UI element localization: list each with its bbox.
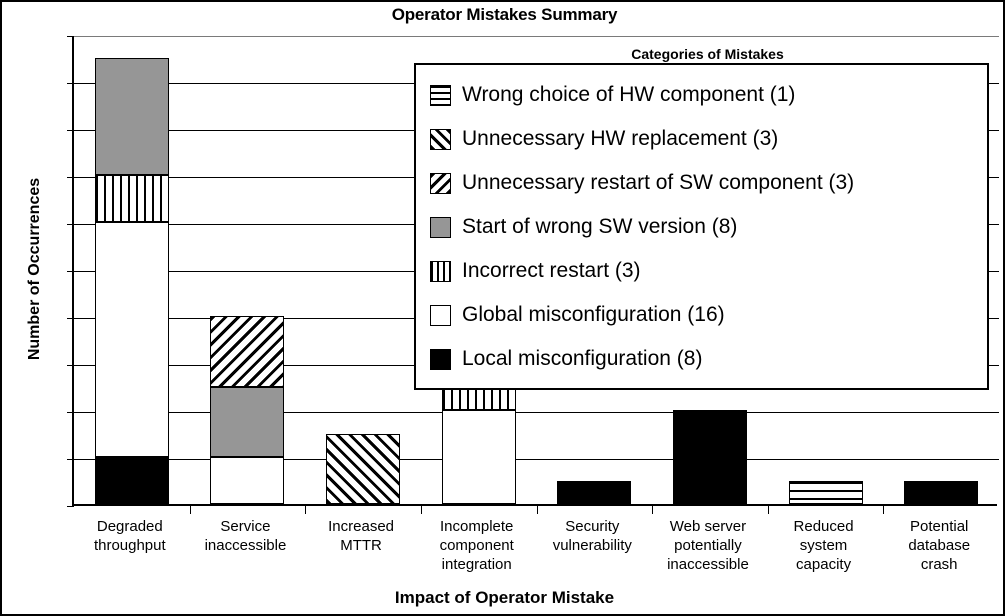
bar-segment[interactable] [94, 175, 169, 222]
legend-swatch-icon [430, 216, 451, 238]
x-axis-label-line: Incomplete [440, 518, 514, 535]
legend-item-label: Global misconfiguration (16) [462, 303, 725, 326]
y-axis-title: Number of Occurrences [26, 177, 43, 361]
x-axis-label-line: Increased [328, 518, 394, 535]
x-axis-label-line: MTTR [340, 537, 382, 554]
x-axis-label-line: Reduced [793, 518, 854, 535]
legend: Wrong choice of HW component (1) Unnecess… [414, 63, 989, 390]
x-tick-mark [883, 506, 885, 514]
legend-item-label: Incorrect restart (3) [462, 259, 641, 282]
bar-3[interactable] [326, 433, 401, 504]
bar-segment[interactable] [210, 386, 285, 457]
x-axis-label-line: Web server [669, 518, 747, 535]
x-tick-mark [189, 506, 191, 514]
x-axis-label-1: Degraded throughput [70, 517, 190, 555]
x-axis-label-line: database [908, 537, 971, 554]
page-title: Operator Mistakes Summary [391, 5, 618, 24]
x-axis-label-8: Potential database crash [879, 517, 999, 574]
legend-item-label: Wrong choice of HW component (1) [462, 83, 796, 106]
bar-segment[interactable] [326, 433, 401, 504]
x-axis-label-line: potentially [674, 537, 742, 554]
x-tick-mark [536, 506, 538, 514]
legend-swatch-icon [430, 128, 451, 150]
x-axis-label-line: Service [220, 518, 271, 535]
bar-segment[interactable] [94, 57, 169, 175]
x-axis-label-7: Reduced system capacity [764, 517, 884, 574]
legend-swatch-icon [430, 304, 451, 326]
legend-swatch-icon [430, 172, 451, 194]
x-axis-label-line: component [439, 537, 514, 554]
x-tick-mark [767, 506, 769, 514]
legend-swatch-icon [430, 260, 451, 282]
bar-segment[interactable] [210, 316, 285, 387]
x-axis-label-line: integration [441, 556, 512, 573]
y-tick-mark [67, 318, 74, 319]
bar-segment[interactable] [557, 480, 632, 504]
x-axis-label-line: Potential [910, 518, 969, 535]
x-tick-mark [305, 506, 307, 514]
gridline [74, 36, 999, 37]
bar-7[interactable] [788, 480, 863, 504]
y-tick-mark [67, 271, 74, 272]
y-tick-mark [67, 365, 74, 366]
legend-item-1[interactable]: Wrong choice of HW component (1) [430, 73, 987, 117]
y-tick-mark [67, 83, 74, 84]
y-tick-mark [67, 459, 74, 460]
legend-swatch-icon [430, 84, 451, 106]
y-tick-mark [67, 36, 74, 37]
x-axis-title: Impact of Operator Mistake [394, 588, 615, 607]
y-tick-mark [67, 412, 74, 413]
x-axis-label-line: crash [920, 556, 958, 573]
bar-segment[interactable] [94, 222, 169, 457]
bar-8[interactable] [904, 480, 979, 504]
y-tick-mark [67, 130, 74, 131]
x-axis-label-line: inaccessible [204, 537, 287, 554]
x-axis-label-3: Increased MTTR [301, 517, 421, 555]
bar-4[interactable] [441, 386, 516, 504]
y-tick-mark [67, 506, 74, 507]
x-axis-label-5: Security vulnerability [532, 517, 652, 555]
legend-item-label: Start of wrong SW version (8) [462, 215, 738, 238]
legend-item-6[interactable]: Global misconfiguration (16) [430, 293, 987, 337]
legend-item-label: Local misconfiguration (8) [462, 347, 703, 370]
x-axis-label-6: Web server potentially inaccessible [648, 517, 768, 574]
y-tick-mark [67, 177, 74, 178]
x-axis-label-line: system [799, 537, 848, 554]
y-tick-mark [67, 224, 74, 225]
bar-segment[interactable] [210, 457, 285, 504]
bar-segment[interactable] [672, 410, 747, 504]
legend-item-label: Unnecessary restart of SW component (3) [462, 171, 855, 194]
x-axis-label-line: capacity [796, 556, 852, 573]
bar-segment[interactable] [904, 480, 979, 504]
legend-item-2[interactable]: Unnecessary HW replacement (3) [430, 117, 987, 161]
legend-item-7[interactable]: Local misconfiguration (8) [430, 337, 987, 381]
bar-segment[interactable] [94, 457, 169, 504]
legend-item-3[interactable]: Unnecessary restart of SW component (3) [430, 161, 987, 205]
x-axis-label-line: vulnerability [552, 537, 632, 554]
bar-5[interactable] [557, 480, 632, 504]
x-tick-mark [420, 506, 422, 514]
bar-segment[interactable] [788, 480, 863, 504]
bar-segment[interactable] [441, 410, 516, 504]
bar-segment[interactable] [441, 386, 516, 410]
legend-swatch-icon [430, 348, 451, 370]
x-axis-label-line: Degraded [96, 518, 163, 535]
x-axis-label-2: Service inaccessible [185, 517, 305, 555]
x-axis-label-line: Security [565, 518, 620, 535]
legend-item-4[interactable]: Start of wrong SW version (8) [430, 205, 987, 249]
bar-1[interactable] [94, 57, 169, 504]
bar-6[interactable] [672, 410, 747, 504]
x-axis-label-line: throughput [93, 537, 166, 554]
bar-2[interactable] [210, 316, 285, 504]
x-tick-mark [652, 506, 654, 514]
x-axis-label-4: Incomplete component integration [417, 517, 537, 574]
legend-title: Categories of Mistakes [631, 46, 784, 62]
legend-item-5[interactable]: Incorrect restart (3) [430, 249, 987, 293]
x-axis-label-line: inaccessible [667, 556, 749, 573]
chart-container: Operator Mistakes Summary Number of Occu… [0, 0, 1005, 616]
legend-item-label: Unnecessary HW replacement (3) [462, 127, 779, 150]
